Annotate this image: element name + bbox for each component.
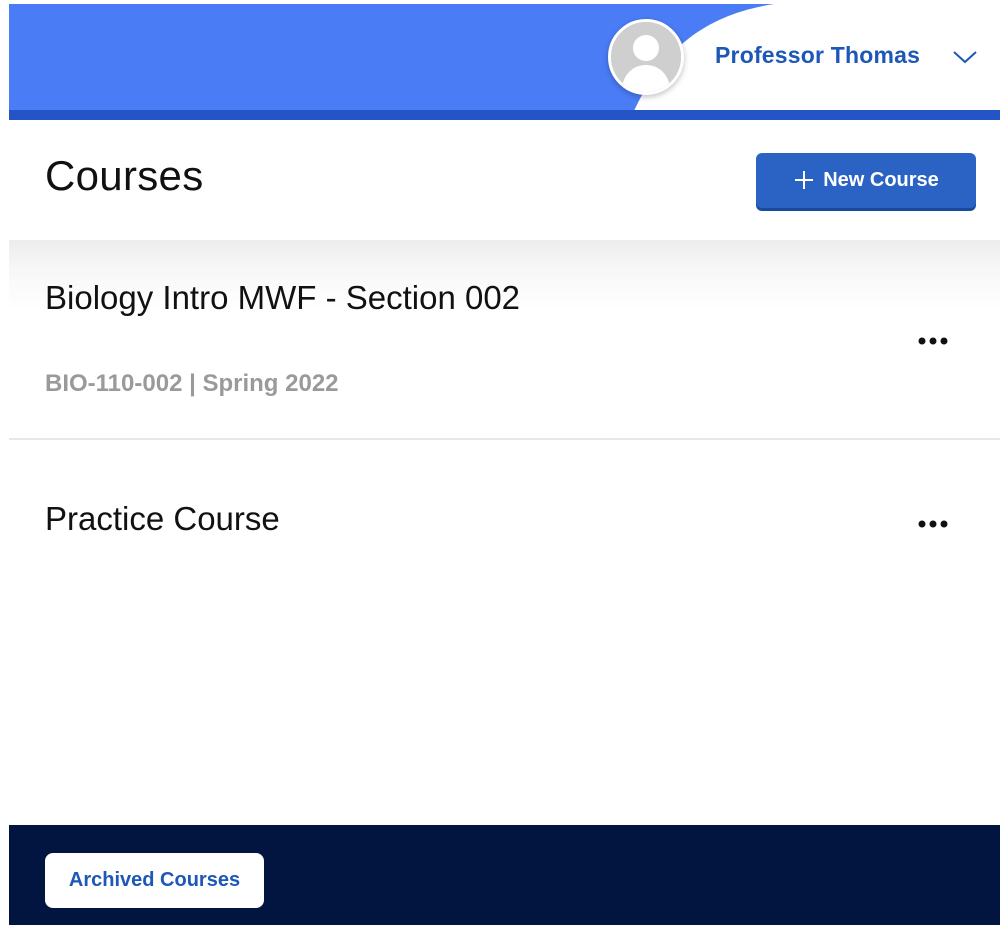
course-list-item[interactable]: Practice Course <box>9 440 1000 590</box>
course-meta: BIO-110-002 | Spring 2022 <box>45 370 339 397</box>
header-accent-bar <box>9 110 1000 120</box>
archived-courses-button[interactable]: Archived Courses <box>45 853 264 908</box>
chevron-down-icon[interactable] <box>952 48 978 66</box>
plus-icon <box>795 171 814 189</box>
user-silhouette-icon <box>611 22 681 92</box>
course-title[interactable]: Biology Intro MWF - Section 002 <box>45 276 525 319</box>
more-horizontal-icon[interactable] <box>913 517 953 531</box>
page-title: Courses <box>45 152 204 199</box>
user-name[interactable]: Professor Thomas <box>715 42 920 69</box>
course-title[interactable]: Practice Course <box>45 497 525 540</box>
app-header: Professor Thomas <box>9 4 1000 120</box>
more-horizontal-icon[interactable] <box>913 334 953 348</box>
new-course-label: New Course <box>823 168 939 191</box>
page-footer: Archived Courses <box>9 825 1000 925</box>
user-avatar-icon[interactable] <box>608 19 684 95</box>
course-list-item[interactable]: Biology Intro MWF - Section 002 BIO-110-… <box>9 240 1000 438</box>
new-course-button[interactable]: New Course <box>756 153 976 208</box>
